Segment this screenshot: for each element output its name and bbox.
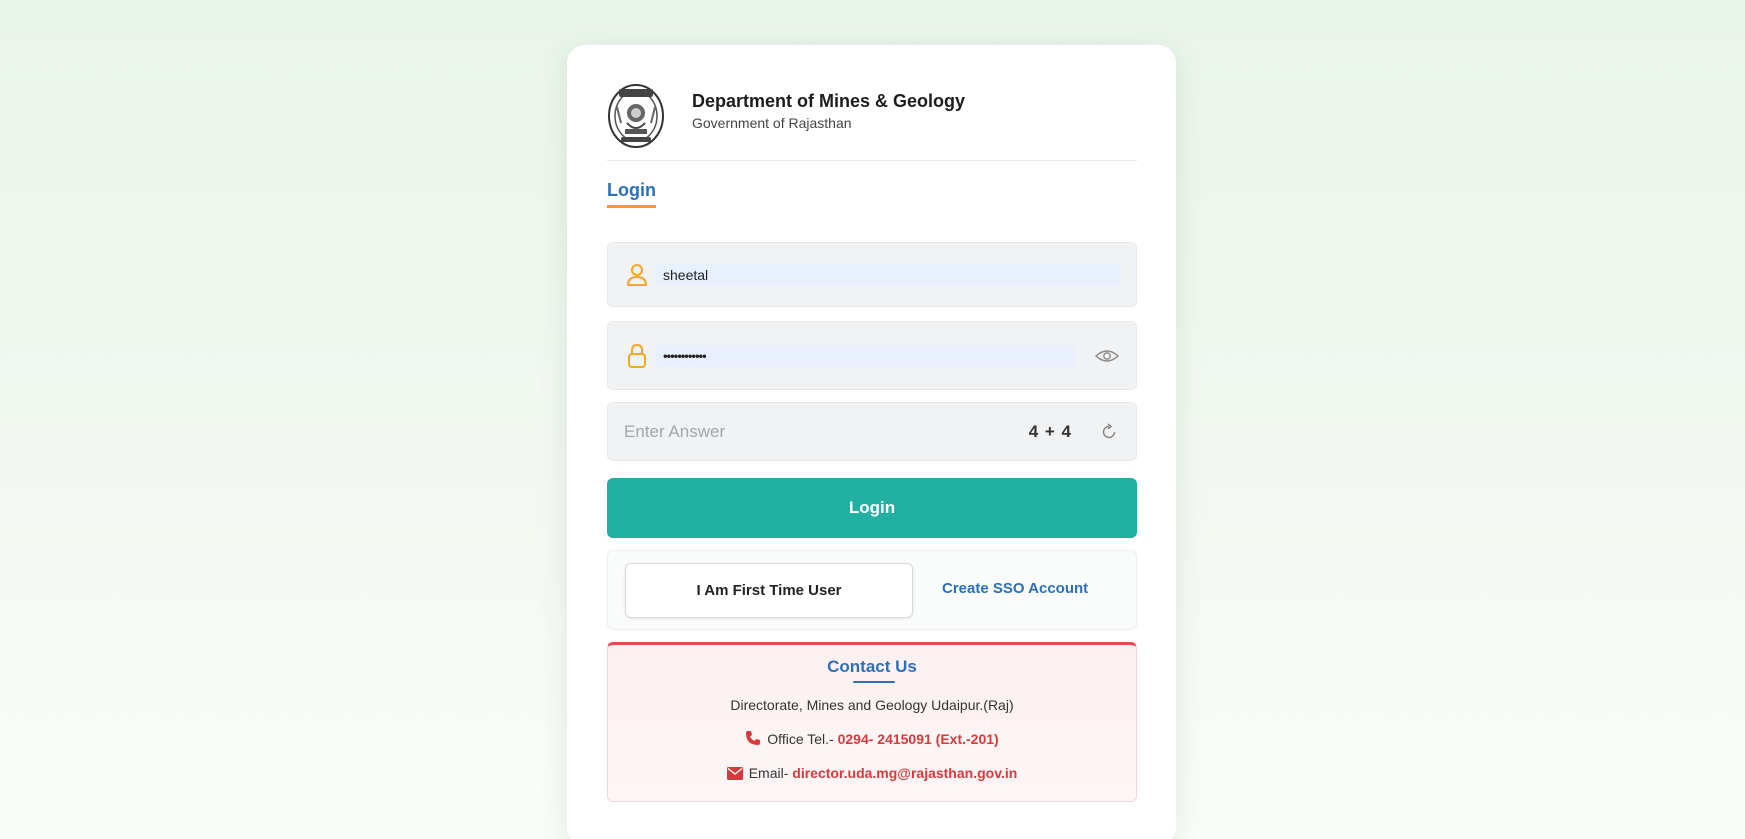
state-emblem-icon <box>608 84 664 148</box>
contact-title-underline <box>853 681 895 683</box>
tab-login[interactable]: Login <box>607 180 656 208</box>
contact-title: Contact Us <box>827 657 917 676</box>
password-input[interactable] <box>663 348 1043 363</box>
contact-panel: Contact Us Directorate, Mines and Geolog… <box>607 642 1137 802</box>
contact-email: Email- director.uda.mg@rajasthan.gov.in <box>608 765 1136 781</box>
phone-value[interactable]: 0294- 2415091 (Ext.-201) <box>838 731 999 747</box>
mail-icon <box>726 767 743 780</box>
email-label: Email- <box>748 765 789 781</box>
create-sso-account-link[interactable]: Create SSO Account <box>942 580 1088 597</box>
password-field[interactable] <box>607 321 1137 390</box>
phone-label: Office Tel.- <box>767 731 834 747</box>
lock-icon <box>628 343 646 368</box>
header: Department of Mines & Geology Government… <box>607 83 1137 161</box>
user-icon <box>627 263 647 286</box>
username-input[interactable] <box>663 266 1043 283</box>
login-card: Department of Mines & Geology Government… <box>567 45 1176 839</box>
username-field[interactable] <box>607 242 1137 307</box>
eye-icon[interactable] <box>1095 348 1119 364</box>
captcha-question: 4 + 4 <box>1028 421 1072 441</box>
email-value[interactable]: director.uda.mg@rajasthan.gov.in <box>792 765 1017 781</box>
captcha-input[interactable] <box>624 421 924 442</box>
org-name: Department of Mines & Geology <box>692 91 966 111</box>
refresh-icon[interactable] <box>1100 422 1118 441</box>
account-actions: I Am First Time User Create SSO Account <box>607 550 1137 630</box>
phone-icon <box>746 731 761 745</box>
captcha-field[interactable]: 4 + 4 <box>607 402 1137 461</box>
first-time-user-button[interactable]: I Am First Time User <box>625 563 913 618</box>
contact-phone: Office Tel.- 0294- 2415091 (Ext.-201) <box>608 730 1136 747</box>
org-subtitle: Government of Rajasthan <box>692 115 852 131</box>
contact-address: Directorate, Mines and Geology Udaipur.(… <box>730 697 1014 713</box>
login-button[interactable]: Login <box>607 478 1137 538</box>
